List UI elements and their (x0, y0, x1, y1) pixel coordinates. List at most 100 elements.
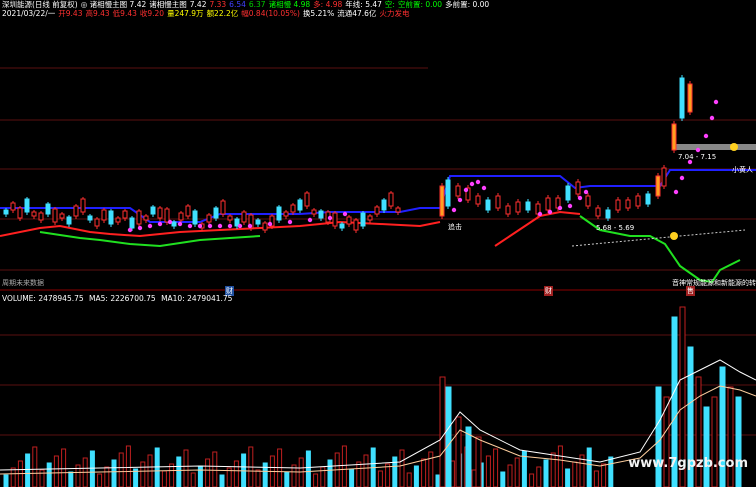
range-high-label: 7.04 - 7.15 (678, 153, 717, 161)
volume-bar (219, 474, 225, 487)
candle-body (304, 192, 310, 207)
volume-bar (593, 470, 599, 487)
volume-bar (601, 463, 607, 487)
header-item-0: 深圳能源(日线 前复权) (2, 0, 78, 9)
signal-dot (147, 223, 153, 229)
candle-body (439, 185, 445, 217)
candle-body (311, 209, 317, 215)
ma10-value: MA10: 2479041.75 (161, 294, 233, 303)
candle-body (671, 123, 677, 151)
volume-bar (262, 462, 268, 487)
volume-bar (550, 452, 556, 487)
header-item-1: ◎ 诸相慢主图 7.42 (80, 0, 147, 9)
signal-dot (157, 221, 163, 227)
signal-dot (127, 227, 133, 233)
signal-dot (137, 225, 143, 231)
candle-body (318, 210, 324, 219)
smiley-icon (670, 232, 678, 240)
header-item-5: 6.54 (229, 0, 246, 9)
range-low-label: 5.68 - 5.69 (596, 224, 635, 232)
volume-bar (233, 460, 239, 487)
candle-body (276, 206, 282, 221)
signal-dot (167, 219, 173, 225)
candle-body (283, 211, 289, 217)
signal-dot (475, 179, 481, 185)
candle-body (24, 198, 30, 213)
attack-label: 追击 (448, 223, 462, 231)
candle-body (38, 212, 44, 221)
volume-bar (154, 447, 160, 487)
volume-bar (608, 456, 614, 487)
volume-bar (471, 469, 477, 487)
candle-body (220, 200, 226, 215)
signal-dot (342, 211, 348, 217)
volume-bar (557, 445, 563, 487)
volume-ma5 (0, 359, 756, 471)
volume-bar (349, 468, 355, 487)
candle-body (290, 204, 296, 213)
candle-body (525, 201, 531, 211)
volume-bar (3, 474, 9, 487)
header-item-4: 7.33 (209, 0, 227, 9)
volume-bar (68, 471, 74, 487)
candle-body (595, 207, 601, 217)
kline-chart[interactable] (0, 0, 756, 487)
candle-body (585, 195, 591, 207)
volume-bar (377, 470, 383, 487)
volume-bar (455, 416, 462, 487)
candle-body (475, 195, 481, 205)
signal-dot (217, 223, 223, 229)
signal-dot (197, 223, 203, 229)
signal-dot (673, 189, 679, 195)
volume-bar (392, 456, 398, 487)
finance-marker-2[interactable]: 财 (544, 286, 553, 296)
candle-body (178, 212, 184, 221)
candle-body (545, 197, 551, 211)
candle-body (45, 203, 51, 215)
candle-body (115, 217, 121, 223)
candle-body (332, 212, 338, 227)
candle-body (31, 211, 37, 217)
finance-marker-3[interactable]: 售 (686, 286, 695, 296)
signal-dot (481, 185, 487, 191)
candle-body (59, 213, 65, 219)
candle-body (625, 199, 631, 209)
ohlc-item-7: 幅0.84(10.05%) (241, 9, 300, 18)
header-item-8: 多: 4.98 (313, 0, 343, 9)
ohlc-item-8: 换5.21% (302, 9, 335, 18)
candle-body (353, 219, 359, 231)
candle-body (635, 195, 641, 207)
volume-bar (536, 466, 542, 487)
volume-bar (46, 462, 52, 487)
candle-body (445, 179, 451, 207)
candle-body (661, 167, 667, 187)
volume-bar (39, 469, 45, 487)
volume-bar (507, 464, 513, 487)
signal-dot (247, 223, 253, 229)
volume-bar (529, 473, 535, 487)
candle-body (94, 218, 100, 227)
header-item-2: 诸相慢主图 (149, 0, 187, 9)
signal-dot (703, 133, 709, 139)
header-item-7: 诸相慢 4.98 (268, 0, 311, 9)
candle-body (346, 216, 352, 225)
volume-bar (298, 457, 304, 487)
volume-bar (465, 426, 472, 487)
volume-bar (406, 472, 412, 487)
candle-body (122, 210, 128, 219)
candle-body (206, 214, 212, 223)
candle-body (80, 198, 86, 213)
volume-value: VOLUME: 2478945.75 (2, 294, 84, 303)
volume-bar (97, 473, 103, 487)
ohlc-item-2: 高9.43 (85, 9, 110, 18)
signal-dot (547, 209, 553, 215)
volume-bar (445, 386, 452, 487)
ma5-value: MA5: 2226700.75 (89, 294, 156, 303)
right-tag-label: 小黄人 (732, 166, 753, 174)
volume-bar (111, 459, 117, 487)
candle-body (339, 223, 345, 229)
volume-bar (413, 465, 419, 487)
volume-bar (485, 455, 491, 487)
candle-body (213, 207, 219, 219)
signal-dot (237, 223, 243, 229)
